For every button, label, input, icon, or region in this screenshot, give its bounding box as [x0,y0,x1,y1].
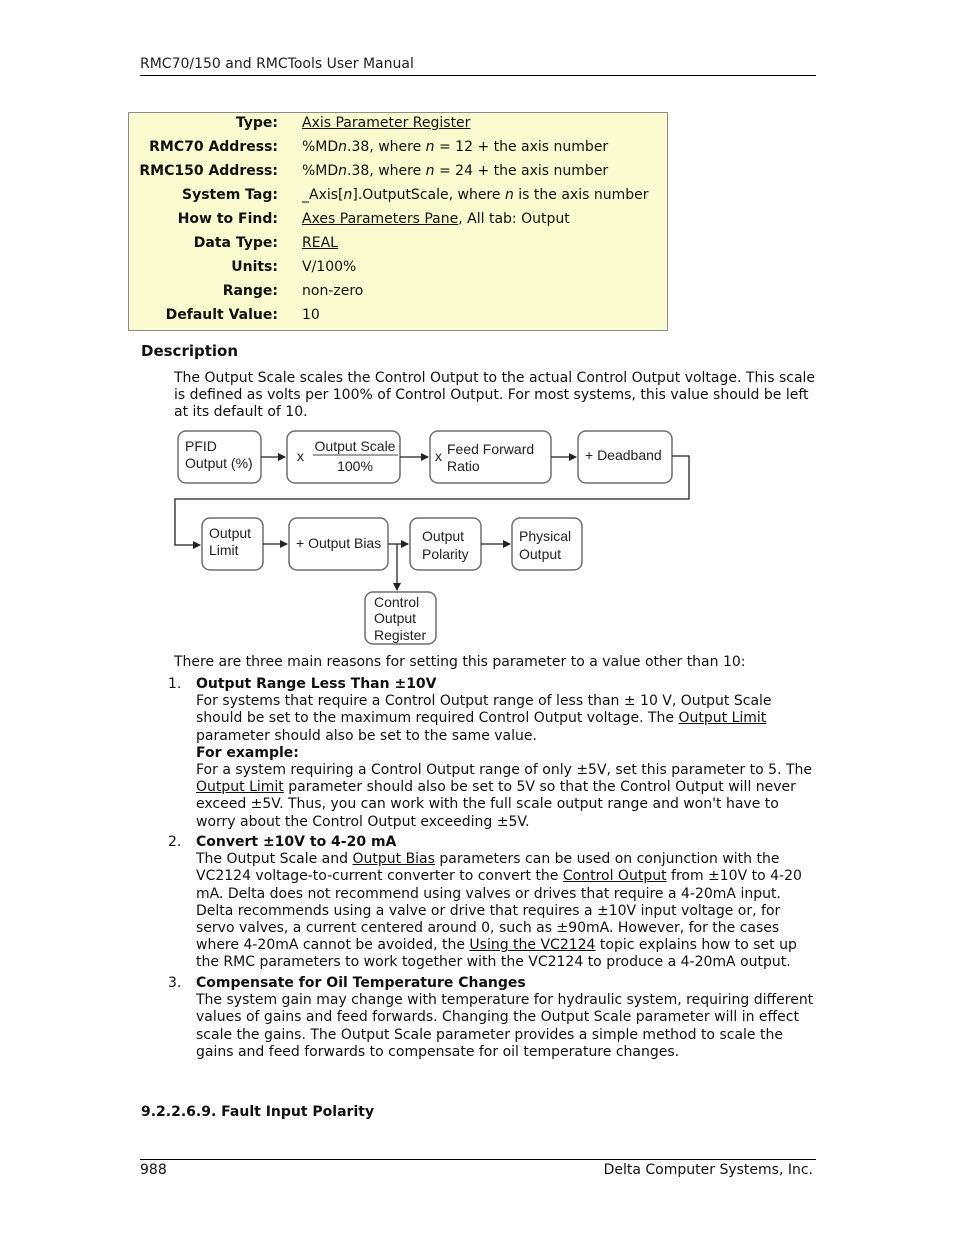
parameter-info-table: Type: Axis Parameter Register RMC70 Addr… [128,112,668,331]
list-item-convert-4-20ma: Convert ±10V to 4-20 mA The Output Scale… [196,834,821,972]
limit-label-2: Limit [209,542,239,558]
output-limit-link[interactable]: Output Limit [196,779,284,795]
list-item-oil-temperature: Compensate for Oil Temperature Changes T… [196,975,821,1061]
param-value: , All tab: Output [458,211,570,227]
param-row-data-type: Data Type: REAL [129,235,667,259]
reasons-intro: There are three main reasons for setting… [174,654,746,670]
ff-label-2: Ratio [447,458,480,474]
param-row-default-value: Default Value: 10 [129,307,667,331]
param-row-units: Units: V/100% [129,259,667,283]
param-row-system-tag: System Tag: _Axis[n].OutputScale, where … [129,187,667,211]
ff-label-1: Feed Forward [447,441,534,457]
limit-label-1: Output [209,525,251,541]
header-rule [140,75,816,76]
param-value: %MDn.38, where n = 24 + the axis number [302,163,609,179]
list-item-title: Compensate for Oil Temperature Changes [196,975,526,991]
list-number: 2. [168,834,182,850]
deadband-label: + Deadband [585,447,662,463]
using-the-vc2124-link[interactable]: Using the VC2124 [469,937,595,953]
param-row-how-to-find: How to Find: Axes Parameters Pane, All t… [129,211,667,235]
running-header: RMC70/150 and RMCTools User Manual [140,56,414,72]
bias-label: + Output Bias [296,535,381,551]
block-output-polarity [409,517,482,571]
polarity-label-1: Output [422,528,464,544]
list-number: 3. [168,975,182,991]
param-label: Units: [231,259,278,275]
real-data-type-link[interactable]: REAL [302,235,338,251]
next-section-heading: 9.2.2.6.9. Fault Input Polarity [141,1104,375,1120]
scale-denominator: 100% [337,458,373,474]
param-label: Default Value: [165,307,278,323]
param-label: RMC150 Address: [139,163,278,179]
list-item-text: For systems that require a Control Outpu… [196,693,772,744]
scale-numerator: Output Scale [315,438,396,454]
param-value: 10 [302,307,320,323]
param-value: V/100% [302,259,357,275]
block-physical-output [511,517,583,571]
ff-prefix: x [435,448,442,464]
output-bias-link[interactable]: Output Bias [352,851,434,867]
axes-parameters-pane-link[interactable]: Axes Parameters Pane [302,211,458,227]
param-row-range: Range: non-zero [129,283,667,307]
param-row-rmc70-address: RMC70 Address: %MDn.38, where n = 12 + t… [129,139,667,163]
list-item-text: The system gain may change with temperat… [196,992,814,1060]
list-item-output-range: Output Range Less Than ±10V For systems … [196,676,821,831]
control-output-link[interactable]: Control Output [563,868,667,884]
param-label: System Tag: [181,187,278,203]
param-value: _Axis[n].OutputScale, where n is the axi… [302,187,649,203]
page-number: 988 [140,1162,167,1178]
output-limit-link[interactable]: Output Limit [679,710,767,726]
param-label: RMC70 Address: [149,139,278,155]
footer-company: Delta Computer Systems, Inc. [603,1162,813,1178]
param-row-type: Type: Axis Parameter Register [129,115,667,139]
axis-parameter-register-link[interactable]: Axis Parameter Register [302,115,470,131]
param-value: non-zero [302,283,364,299]
list-item-text: The Output Scale and Output Bias paramet… [196,851,802,971]
register-label-3: Register [374,627,426,643]
register-label-1: Control [374,594,419,610]
register-label-2: Output [374,610,416,626]
description-heading: Description [141,342,239,360]
physical-label-2: Output [519,546,561,562]
polarity-label-2: Polarity [422,546,469,562]
list-item-title: Convert ±10V to 4-20 mA [196,834,397,850]
scale-prefix: x [297,448,304,464]
pfid-label-2: Output (%) [185,455,253,471]
list-item-title: Output Range Less Than ±10V [196,676,437,692]
footer-rule [140,1159,816,1160]
physical-label-1: Physical [519,528,571,544]
param-label: Range: [222,283,278,299]
block-feed-forward-ratio [429,430,552,484]
pfid-label-1: PFID [185,438,217,454]
example-label: For example: [196,744,299,761]
param-value: %MDn.38, where n = 12 + the axis number [302,139,609,155]
param-row-rmc150-address: RMC150 Address: %MDn.38, where n = 24 + … [129,163,667,187]
param-label: Type: [235,115,278,131]
param-label: How to Find: [177,211,278,227]
output-signal-flow-diagram: PFID Output (%) x Output Scale 100% x Fe… [174,430,690,645]
list-number: 1. [168,676,182,692]
description-text: The Output Scale scales the Control Outp… [174,370,816,421]
example-text: For a system requiring a Control Output … [196,762,812,830]
param-label: Data Type: [193,235,278,251]
